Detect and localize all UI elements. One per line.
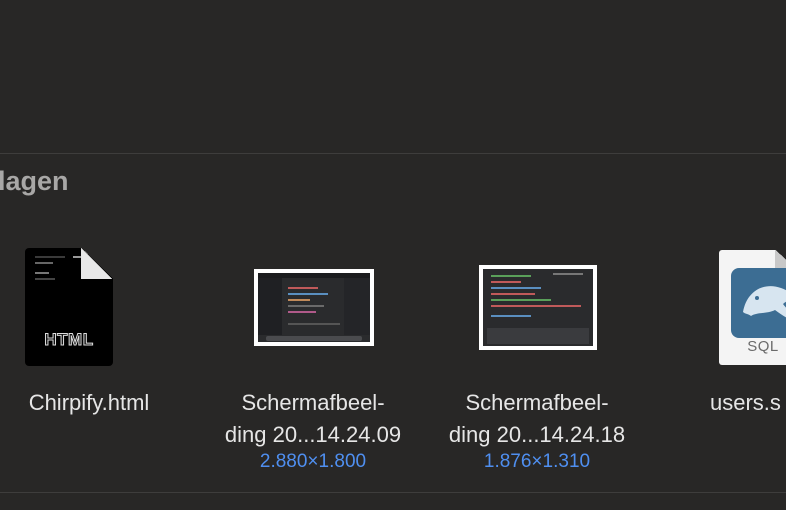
file-name: Schermafbeel- ding 20...14.24.09 [224, 390, 402, 447]
image-dimensions: 1.876×1.310 [483, 451, 591, 472]
file-item-users-sql[interactable]: SQL users.s [700, 238, 786, 478]
sql-badge-label: SQL [747, 338, 779, 355]
sql-file-icon: SQL [700, 238, 786, 368]
image-dimensions: 2.880×1.800 [259, 451, 367, 472]
section-title: lagen [0, 166, 69, 196]
screenshot-thumbnail [427, 238, 647, 368]
file-name: Chirpify.html [28, 390, 150, 415]
file-item-chirpify[interactable]: HTML Chirpify.html [0, 238, 199, 478]
section-divider-top [0, 153, 786, 154]
finder-window: lagen HTML Chirpify.html Schermafbeel- d… [0, 0, 786, 510]
html-badge: HTML [44, 330, 94, 350]
file-name: users.s [710, 390, 781, 415]
mysql-dolphin-icon [731, 268, 786, 338]
html-file-icon: HTML [0, 238, 199, 368]
file-item-screenshot-2[interactable]: Schermafbeel- ding 20...14.24.18 1.876×1… [427, 238, 647, 478]
section-divider-bottom [0, 492, 786, 493]
file-item-screenshot-1[interactable]: Schermafbeel- ding 20...14.24.09 2.880×1… [203, 238, 423, 478]
file-name: Schermafbeel- ding 20...14.24.18 [448, 390, 626, 447]
screenshot-thumbnail [203, 238, 423, 368]
